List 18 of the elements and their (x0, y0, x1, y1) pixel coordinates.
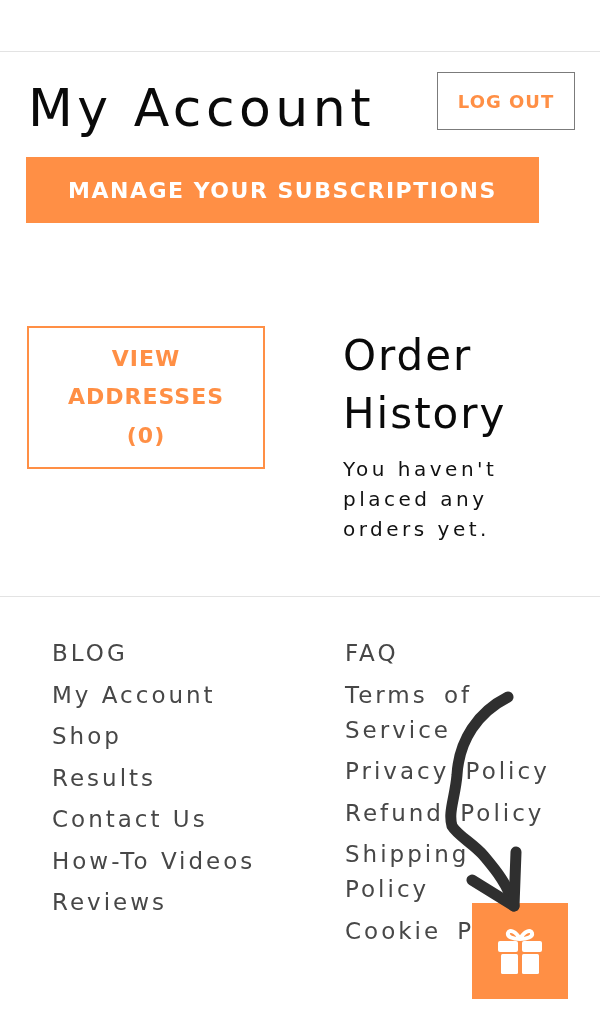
footer-link[interactable]: Cookie P (345, 913, 475, 949)
order-history-title: Order History (343, 330, 508, 440)
gift-icon (498, 928, 542, 974)
footer-link[interactable]: Refund Policy (345, 795, 545, 831)
footer-link[interactable]: How-To Videos (52, 843, 256, 879)
footer-link[interactable]: Shop (52, 719, 122, 754)
footer-link[interactable]: Terms of Service (345, 677, 557, 748)
footer-link[interactable]: Privacy Policy (345, 754, 550, 789)
footer-link[interactable]: Reviews (52, 885, 168, 920)
footer-link[interactable]: Shipping Policy (345, 837, 557, 907)
gift-button[interactable] (472, 903, 568, 999)
footer-link[interactable]: Results (52, 760, 157, 796)
footer-link[interactable]: BLOG (52, 636, 128, 671)
no-orders-message: You haven't placed any orders yet. (343, 456, 499, 543)
page-title: My Account (28, 77, 376, 139)
footer-link[interactable]: Contact Us (52, 802, 208, 837)
footer-link[interactable]: FAQ (345, 636, 399, 671)
footer-link[interactable]: My Account (52, 677, 216, 713)
